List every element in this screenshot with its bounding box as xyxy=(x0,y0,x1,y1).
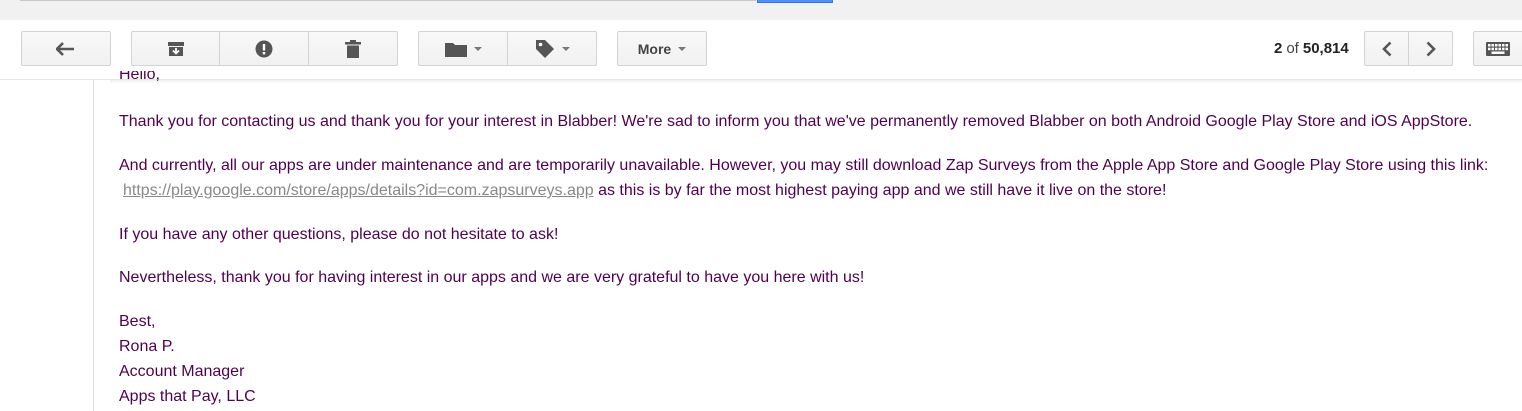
toolbar: More 2 of 50,814 xyxy=(0,20,1522,80)
zap-surveys-link[interactable]: https://play.google.com/store/apps/detai… xyxy=(123,182,594,199)
move-to-button[interactable] xyxy=(418,31,508,66)
paragraph-intro: Thank you for contacting us and thank yo… xyxy=(119,113,1473,130)
labels-button[interactable] xyxy=(508,31,597,66)
more-label: More xyxy=(637,40,672,57)
archive-icon xyxy=(167,41,185,57)
more-button[interactable]: More xyxy=(617,31,707,66)
search-button[interactable] xyxy=(757,0,833,3)
thread-divider xyxy=(93,80,94,411)
current-index: 2 xyxy=(1274,40,1283,57)
report-spam-button[interactable] xyxy=(220,31,309,66)
back-button[interactable] xyxy=(21,31,111,66)
search-input[interactable] xyxy=(20,0,756,1)
trash-icon xyxy=(345,39,361,58)
paragraph-apps: And currently, all our apps are under ma… xyxy=(119,153,1499,203)
input-tools-button[interactable] xyxy=(1473,31,1522,66)
chevron-left-icon xyxy=(1381,41,1392,57)
chevron-down-icon xyxy=(678,46,687,51)
signature: Best, Rona P. Account Manager Apps that … xyxy=(119,309,256,409)
archive-button[interactable] xyxy=(131,31,220,66)
newer-button[interactable] xyxy=(1364,31,1409,66)
sender-company: Apps that Pay, LLC xyxy=(119,388,256,405)
total-count: 50,814 xyxy=(1302,40,1349,57)
chevron-right-icon xyxy=(1426,41,1436,57)
of-label: of xyxy=(1286,40,1299,57)
paragraph-apps-text: And currently, all our apps are under ma… xyxy=(119,157,1489,174)
keyboard-icon xyxy=(1486,41,1510,56)
chevron-down-icon xyxy=(561,46,570,51)
delete-button[interactable] xyxy=(309,31,398,66)
message-count: 2 of 50,814 xyxy=(1274,40,1349,57)
label-tag-icon xyxy=(535,39,555,59)
folder-icon xyxy=(444,41,467,57)
paragraph-thanks: Nevertheless, thank you for having inter… xyxy=(119,269,865,286)
older-button[interactable] xyxy=(1409,31,1453,66)
sender-title: Account Manager xyxy=(119,363,245,380)
chevron-down-icon xyxy=(473,46,482,51)
reply-back-icon xyxy=(56,41,76,56)
sender-name: Rona P. xyxy=(119,338,175,355)
paragraph-questions: If you have any other questions, please … xyxy=(119,226,559,243)
paragraph-apps-tail: as this is by far the most highest payin… xyxy=(593,182,1167,199)
signoff: Best, xyxy=(119,313,156,330)
top-strip xyxy=(0,0,1522,20)
report-spam-icon xyxy=(255,40,273,58)
